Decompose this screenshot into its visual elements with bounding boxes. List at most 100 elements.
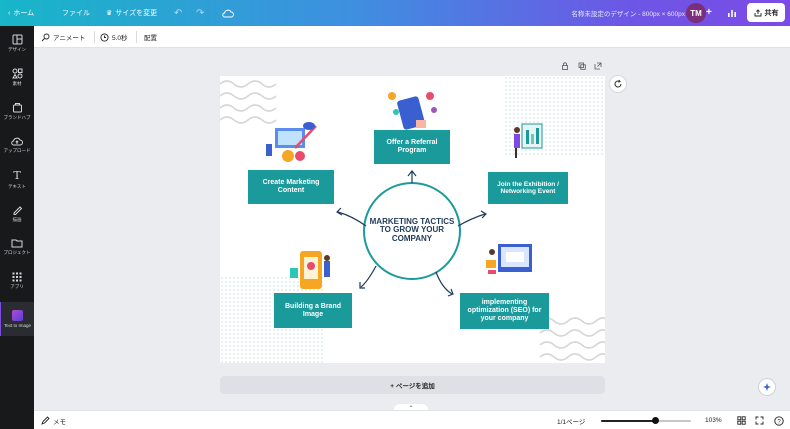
share-button[interactable]: 共有 [747, 3, 785, 22]
toolbar-divider [136, 31, 137, 43]
context-toolbar: アニメート 5.0秒 配置 [34, 26, 790, 48]
folder-icon [11, 239, 23, 248]
wave-decoration-top-left [220, 80, 277, 124]
top-bar: ‹ ホーム ファイル ♛ サイズを変更 ↶ ↷ 名称未設定のデザイン - 800… [0, 0, 790, 26]
resize-label: サイズを変更 [115, 10, 158, 17]
add-page-icon-button[interactable] [593, 61, 603, 71]
sidebar-item-design[interactable]: デザイン [0, 26, 34, 60]
shapes-icon [11, 68, 22, 78]
zoom-level[interactable]: 103% [705, 411, 722, 429]
toolbar-divider [94, 31, 95, 43]
notes-icon [41, 416, 50, 425]
left-sidebar: デザイン 素材 ブランドハブ アップロード T テキスト 描画 プロジェクト ア… [0, 26, 34, 429]
animate-button[interactable]: アニメート [41, 26, 85, 48]
avatar[interactable]: TM [686, 3, 706, 23]
cloud-save-button[interactable] [222, 0, 234, 26]
sidebar-item-label: Text to Image [3, 323, 31, 328]
duplicate-icon [578, 62, 586, 70]
position-button[interactable]: 配置 [144, 26, 157, 48]
duplicate-page-button[interactable] [577, 61, 587, 71]
zoom-slider-fill [601, 420, 655, 422]
redo-button[interactable]: ↷ [196, 0, 204, 26]
sidebar-item-brand-hub[interactable]: ブランドハブ [0, 94, 34, 128]
cloud-icon [222, 9, 234, 17]
notes-button[interactable]: メモ [41, 411, 66, 429]
bottom-bar: メモ 1/1ページ 103% ? [34, 410, 790, 429]
animate-label: アニメート [53, 35, 86, 42]
sparkle-icon: ♛ [106, 10, 113, 17]
redo-icon: ↷ [196, 7, 205, 19]
sidebar-item-label: アプリ [10, 284, 24, 289]
sidebar-item-label: プロジェクト [3, 250, 31, 255]
regenerate-button[interactable] [609, 75, 627, 93]
sidebar-item-label: デザイン [8, 46, 26, 52]
text-icon: T [13, 168, 21, 182]
duration-button[interactable]: 5.0秒 [100, 26, 128, 48]
lock-page-button[interactable] [560, 61, 570, 71]
box-seo[interactable]: implementing optimization (SEO) for your… [460, 293, 549, 329]
add-page-button[interactable]: + ページを追加 [220, 376, 605, 394]
undo-button[interactable]: ↶ [174, 0, 182, 26]
home-label: ホーム [13, 10, 35, 17]
clock-icon [100, 32, 109, 42]
box-content[interactable]: Create Marketing Content [248, 170, 334, 204]
chevron-left-icon: ‹ [8, 9, 11, 17]
file-label: ファイル [62, 10, 90, 17]
sparkle-icon [763, 383, 771, 391]
apps-icon [12, 272, 22, 282]
zoom-slider-knob[interactable] [651, 417, 659, 424]
share-label: 共有 [764, 9, 779, 17]
brand-icon [12, 102, 22, 112]
upload-icon [11, 137, 23, 146]
page-indicator[interactable]: 1/1ページ [557, 411, 585, 429]
box-brand[interactable]: Building a Brand Image [274, 293, 352, 328]
sidebar-item-label: ブランドハブ [3, 114, 31, 120]
grid-view-button[interactable] [737, 411, 746, 429]
sidebar-item-label: 素材 [12, 80, 22, 86]
sidebar-item-label: 描画 [12, 216, 22, 222]
file-menu-button[interactable]: ファイル [62, 0, 90, 26]
sidebar-item-upload[interactable]: アップロード [0, 128, 34, 162]
lock-icon [562, 62, 568, 70]
center-title[interactable]: MARKETING TACTICS TO GROW YOUR COMPANY [365, 217, 459, 243]
sidebar-item-text[interactable]: T テキスト [0, 162, 34, 196]
fullscreen-button[interactable] [755, 411, 764, 429]
content-illustration [266, 122, 317, 162]
draw-icon [13, 205, 22, 215]
sidebar-item-label: テキスト [8, 183, 26, 189]
share-icon [754, 8, 761, 16]
animate-icon [41, 33, 50, 41]
notes-label: メモ [53, 418, 66, 426]
wave-decoration-bottom-right [539, 317, 605, 361]
box-referral[interactable]: Offer a Referral Program [374, 130, 450, 164]
zoom-slider[interactable] [601, 417, 691, 424]
sidebar-item-projects[interactable]: プロジェクト [0, 230, 34, 264]
position-label: 配置 [144, 35, 157, 42]
help-icon: ? [774, 415, 784, 426]
sidebar-item-elements[interactable]: 素材 [0, 60, 34, 94]
magic-assistant-button[interactable] [758, 378, 776, 396]
insights-button[interactable] [722, 4, 742, 22]
fullscreen-icon [755, 416, 764, 425]
undo-icon: ↶ [174, 7, 183, 19]
help-button[interactable]: ? [774, 411, 784, 429]
bar-chart-icon [728, 9, 736, 17]
seo-illustration [486, 244, 532, 274]
home-button[interactable]: ‹ ホーム [8, 0, 34, 26]
design-page[interactable]: MARKETING TACTICS TO GROW YOUR COMPANY O… [220, 76, 605, 363]
document-title[interactable]: 名称未設定のデザイン - 800px × 600px [571, 0, 685, 26]
referral-illustration [388, 92, 437, 130]
sidebar-item-apps[interactable]: アプリ [0, 264, 34, 298]
grid-view-icon [737, 416, 746, 425]
text-to-image-icon [12, 310, 23, 321]
sidebar-item-draw[interactable]: 描画 [0, 196, 34, 230]
refresh-icon [614, 79, 622, 88]
layout-icon [12, 34, 22, 44]
resize-button[interactable]: ♛ サイズを変更 [106, 0, 157, 26]
sidebar-item-label: アップロード [3, 148, 31, 153]
sidebar-item-text-to-image[interactable]: Text to Image [0, 302, 34, 336]
add-page-icon [594, 62, 602, 70]
box-exhibition[interactable]: Join the Exhibition / Networking Event [488, 172, 568, 204]
add-collaborator-button[interactable]: + [706, 7, 712, 18]
duration-label: 5.0秒 [112, 35, 128, 42]
